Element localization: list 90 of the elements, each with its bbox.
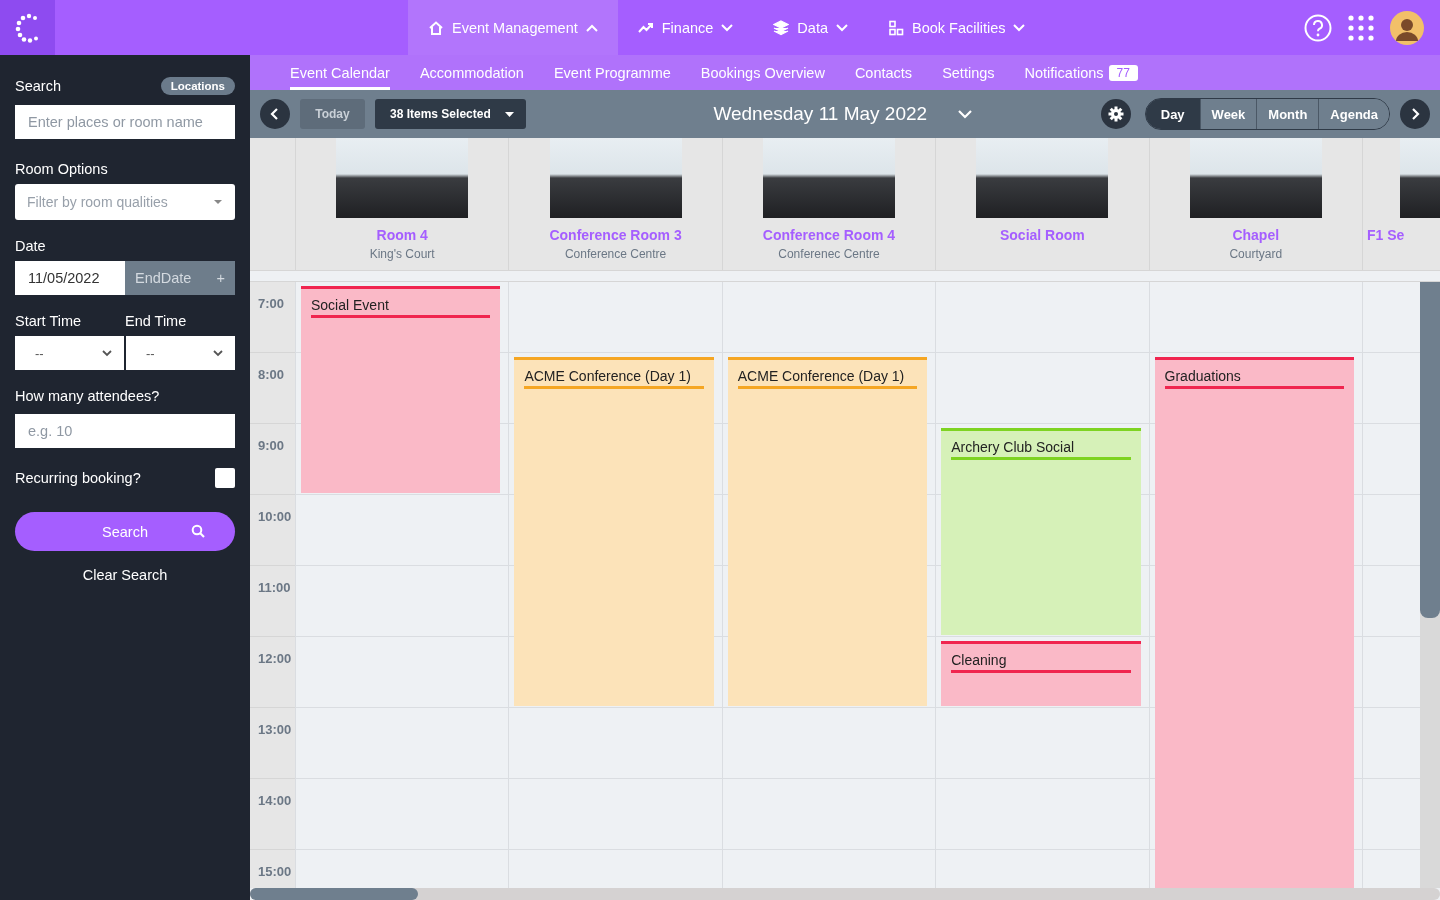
room-name[interactable]: Conference Room 4 [762,227,896,243]
field-label: Date [15,238,47,254]
search-button[interactable]: Search [15,512,235,551]
event-block[interactable]: Social Event [301,286,501,493]
chevron-icon [836,23,848,32]
field-label: Room Options [15,161,109,177]
event-block[interactable]: ACME Conference (Day 1) [727,357,928,706]
room-name[interactable]: F1 Se [1366,227,1405,243]
start-time-select[interactable]: -- [15,336,124,370]
room-location: Conferenec Centre [778,247,880,261]
room-location: Conference Centre [564,247,667,261]
room-name[interactable]: Conference Room 3 [549,227,682,243]
event-block[interactable]: ACME Conference (Day 1) [514,357,714,706]
event-block[interactable]: Graduations [1154,357,1354,888]
room-location: Courtyard [1229,247,1283,261]
clear-search-link[interactable]: Clear Search [15,567,235,583]
blocks-icon [888,19,904,36]
vertical-scrollbar[interactable] [1420,282,1440,888]
date-title: Wednesday 11 May 2022 [713,103,928,125]
room-name[interactable]: Room 4 [376,227,428,243]
field-label: Recurring booking? [15,470,141,486]
sub-nav-tab[interactable]: Settings [942,55,995,90]
avatar-icon[interactable] [1390,10,1424,45]
previous-button[interactable] [260,99,290,129]
chevron-icon [721,23,734,32]
field-label: Start Time [15,313,83,329]
notification-count-badge: 77 [1108,64,1138,81]
room-name[interactable]: Social Room [999,227,1085,243]
hour-label: 13:00 [258,722,292,737]
top-nav-item[interactable]: Book Facilities [868,0,1046,55]
room-options-dropdown[interactable]: Filter by room qualities [15,184,235,220]
layers-icon [773,19,790,36]
event-title: ACME Conference (Day 1) [737,368,918,389]
hour-label: 10:00 [258,509,292,524]
attendees-field[interactable]: e.g. 10 [15,414,235,448]
sub-nav-tab[interactable]: Accommodation [419,55,524,90]
recurring-checkbox[interactable] [215,468,235,488]
date-field[interactable]: 11/05/2022 [15,261,125,295]
caret-icon [504,111,514,117]
event-title: Cleaning [951,652,1131,673]
field-label: Search [15,78,61,94]
hour-label: 12:00 [258,651,292,666]
sub-nav-tab[interactable]: Notifications [1024,55,1104,90]
locations-badge[interactable]: Locations [160,77,235,95]
chevron-icon [1013,23,1026,32]
caret-icon [213,199,223,205]
items-selected-dropdown[interactable]: 38 Items Selected [375,99,526,129]
search-icon [191,524,205,538]
help-icon[interactable] [1304,13,1332,42]
next-button[interactable] [1400,99,1430,129]
room-name[interactable]: Chapel [1232,227,1280,243]
search-field[interactable]: Enter places or room name [15,105,235,139]
top-nav-item[interactable]: Finance [617,0,754,55]
top-nav-item[interactable]: Event Management [408,0,618,55]
event-block[interactable]: Archery Club Social [941,428,1141,635]
event-block[interactable]: Cleaning [941,641,1141,706]
event-title: Archery Club Social [951,439,1131,460]
today-button[interactable]: Today [300,99,365,129]
settings-button[interactable] [1100,99,1131,129]
hour-label: 14:00 [258,793,292,808]
view-tab[interactable]: Agenda [1318,99,1389,129]
chevron-right-icon [1410,108,1420,120]
end-time-select[interactable]: -- [126,336,235,370]
event-title: ACME Conference (Day 1) [524,368,704,389]
hour-label: 11:00 [258,580,291,595]
chevron-icon [213,349,223,357]
hour-label: 15:00 [258,864,292,879]
field-label: How many attendees? [15,388,161,404]
sub-nav-tab[interactable]: Contacts [854,55,913,90]
apps-grid-icon[interactable] [1348,14,1374,41]
logo-icon[interactable] [0,0,55,55]
hour-label: 8:00 [258,367,285,382]
hour-label: 7:00 [258,296,285,311]
top-nav-item[interactable]: Data [753,0,868,55]
chevron-icon [102,349,112,357]
horizontal-scrollbar[interactable] [250,888,1440,900]
room-location: King's Court [369,247,435,261]
home-icon [428,19,444,36]
hour-label: 9:00 [258,438,285,453]
chevron-icon[interactable] [957,109,974,119]
field-label: End Time [125,313,188,329]
chevron-icon [585,23,598,32]
sub-nav-tab[interactable]: Bookings Overview [700,55,825,90]
view-tab[interactable]: Day [1145,99,1200,129]
chevron-left-icon [270,108,280,120]
event-title: Graduations [1164,368,1344,389]
sub-nav-tab[interactable]: Event Programme [553,55,671,90]
end-date-button[interactable]: EndDate + [125,261,235,295]
settings-icon [1107,106,1124,122]
event-title: Social Event [311,297,491,318]
